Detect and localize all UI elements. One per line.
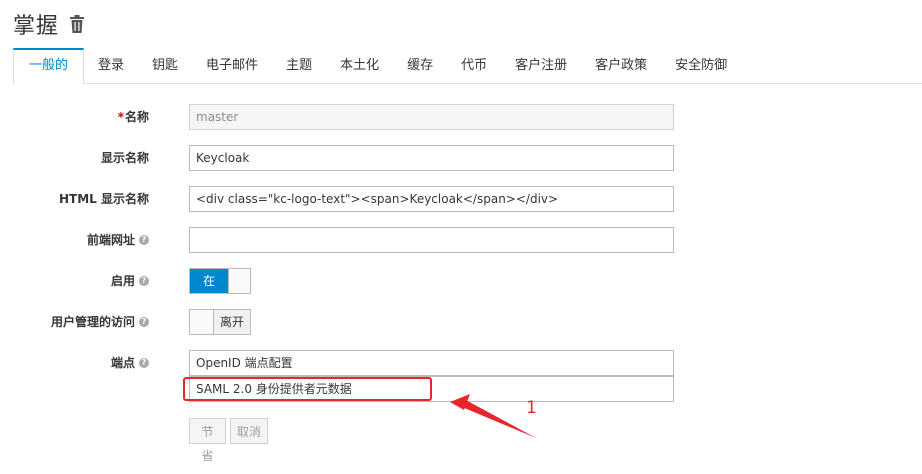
save-button[interactable]: 节省: [189, 418, 226, 463]
frontend-url-field[interactable]: [189, 227, 674, 253]
name-field: master: [189, 104, 674, 130]
enabled-row: 启用? 在: [0, 268, 922, 294]
tab-themes[interactable]: 主题: [272, 48, 326, 83]
required-marker: *: [117, 110, 124, 124]
page-title: 掌握: [13, 14, 60, 39]
endpoints-row: 端点? OpenID 端点配置 SAML 2.0 身份提供者元数据: [0, 350, 922, 402]
help-icon[interactable]: ?: [139, 276, 149, 286]
user-managed-access-label: 用户管理的访问?: [51, 309, 149, 335]
tab-email[interactable]: 电子邮件: [192, 48, 272, 83]
user-managed-access-toggle[interactable]: 离开: [189, 309, 251, 335]
frontend-url-label-text: 前端网址: [86, 233, 135, 247]
cancel-button[interactable]: 取消: [230, 418, 268, 444]
display-name-field[interactable]: Keycloak: [189, 145, 674, 171]
openid-endpoint-link[interactable]: OpenID 端点配置: [189, 350, 674, 376]
user-managed-access-toggle-label: 离开: [214, 310, 250, 334]
tab-keys[interactable]: 钥匙: [138, 48, 192, 83]
tab-client-policies[interactable]: 客户政策: [581, 48, 661, 83]
enabled-label-text: 启用: [110, 274, 135, 288]
help-icon[interactable]: ?: [139, 317, 149, 327]
html-display-name-field[interactable]: <div class="kc-logo-text"><span>Keycloak…: [189, 186, 674, 212]
name-row: * 名称 master: [0, 104, 922, 130]
html-display-name-row: HTML 显示名称 <div class="kc-logo-text"><spa…: [0, 186, 922, 212]
tab-tokens[interactable]: 代币: [447, 48, 501, 83]
tab-cache[interactable]: 缓存: [393, 48, 447, 83]
page-header: 掌握: [13, 8, 85, 40]
tab-general[interactable]: 一般的: [13, 48, 85, 84]
html-display-name-label: HTML 显示名称: [59, 192, 149, 206]
toggle-knob: [190, 310, 214, 334]
enabled-toggle[interactable]: 在: [189, 268, 251, 294]
endpoints-label-text: 端点: [110, 356, 135, 370]
settings-tabs: 一般的 登录 钥匙 电子邮件 主题 本土化 缓存 代币 客户注册 客户政策 安全…: [13, 48, 922, 84]
annotation-number: 1: [526, 398, 537, 418]
tab-security-defenses[interactable]: 安全防御: [661, 48, 741, 83]
name-label: * 名称: [118, 104, 149, 130]
endpoints-label: 端点?: [111, 350, 149, 376]
tab-login[interactable]: 登录: [84, 48, 138, 83]
name-label-text: 名称: [124, 110, 149, 124]
annotation-highlight-box: [183, 377, 432, 401]
enabled-toggle-label: 在: [190, 269, 228, 293]
frontend-url-label: 前端网址?: [87, 227, 149, 253]
tab-localization[interactable]: 本土化: [326, 48, 393, 83]
tab-client-registration[interactable]: 客户注册: [501, 48, 581, 83]
display-name-row: 显示名称 Keycloak: [0, 145, 922, 171]
enabled-label: 启用?: [111, 268, 149, 294]
help-icon[interactable]: ?: [139, 235, 149, 245]
trash-icon[interactable]: [69, 15, 85, 33]
toggle-knob: [228, 269, 250, 293]
user-managed-access-row: 用户管理的访问? 离开: [0, 309, 922, 335]
help-icon[interactable]: ?: [139, 358, 149, 368]
user-managed-access-label-text: 用户管理的访问: [50, 315, 135, 329]
frontend-url-row: 前端网址?: [0, 227, 922, 253]
display-name-label: 显示名称: [100, 151, 149, 165]
